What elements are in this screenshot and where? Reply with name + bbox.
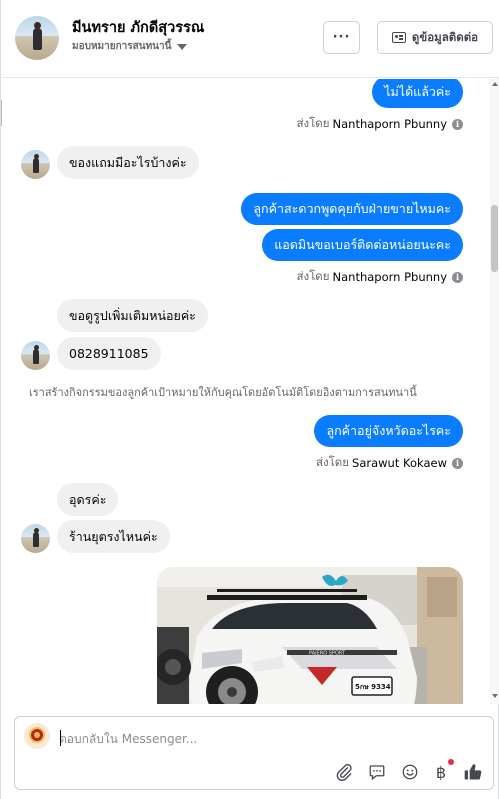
sent-by-label: ส่งโดย Nanthaporn Pbunny i — [296, 115, 463, 133]
message-thread: ไม่ได้แล้วค่ะ ส่งโดย Nanthaporn Pbunny i… — [2, 79, 490, 704]
scroll-up-arrow-icon[interactable] — [492, 82, 498, 86]
smiley-icon — [402, 764, 418, 780]
contact-avatar-small — [21, 341, 50, 370]
info-icon[interactable]: i — [452, 457, 463, 469]
sent-by-agent: Nanthaporn Pbunny — [332, 270, 448, 284]
incoming-message[interactable]: 0828911085 — [57, 337, 161, 370]
thread-scrollbar[interactable] — [490, 79, 499, 704]
car-photo-drawing: PAJERO SPORT 5กษ 9334 — [157, 567, 463, 704]
view-contact-info-button[interactable]: ดูข้อมูลติดต่อ — [377, 21, 493, 54]
scroll-down-arrow-icon[interactable] — [492, 694, 498, 698]
inbox-conversation-panel: มีนทราย ภักดีสุวรรณ มอบหมายการสนทนานี้ ·… — [0, 0, 499, 799]
outgoing-photo-car[interactable]: PAJERO SPORT 5กษ 9334 — [157, 567, 463, 704]
more-options-button[interactable]: ··· — [323, 21, 360, 54]
outgoing-message[interactable]: ลูกค้าสะดวกพูดคุยกับฝ่ายขายไหมคะ — [241, 193, 463, 225]
reply-input[interactable] — [59, 729, 459, 749]
page-avatar — [24, 723, 50, 749]
sent-by-label: ส่งโดย Nanthaporn Pbunny i — [296, 268, 463, 286]
thumbs-up-icon — [464, 764, 482, 780]
system-note: เราสร้างกิจกรรมของลูกค้าเป้าหมายให้กับคุ… — [29, 386, 417, 399]
baht-icon: ฿ — [435, 762, 447, 782]
view-contact-info-label: ดูข้อมูลติดต่อ — [411, 29, 479, 44]
message-text: ของแถมมีอะไรบ้างค่ะ — [69, 154, 187, 170]
contact-card-icon — [391, 32, 406, 43]
chat-bubble-icon — [369, 765, 385, 781]
assign-conversation-dropdown[interactable]: มอบหมายการสนทนานี้ — [72, 39, 188, 54]
message-text: ขอดูรูปเพิ่มเติมหน่อยค่ะ — [69, 307, 196, 323]
chevron-down-icon — [177, 44, 188, 50]
sent-by-agent: Nanthaporn Pbunny — [332, 117, 448, 131]
sent-by-agent: Sarawut Kokaew — [352, 456, 447, 470]
assign-label: มอบหมายการสนทนานี้ — [72, 41, 172, 52]
incoming-message[interactable]: อุดรค่ะ — [57, 483, 119, 516]
contact-name[interactable]: มีนทราย ภักดีสุวรรณ — [72, 16, 204, 39]
message-text: ลูกค้าอยู่จังหวัดอะไรคะ — [326, 423, 451, 438]
reply-composer: ฿ — [14, 716, 494, 790]
notification-dot — [448, 759, 454, 765]
outgoing-message[interactable]: ไม่ได้แล้วค่ะ — [372, 79, 463, 108]
sent-by-prefix: ส่งโดย — [296, 269, 330, 283]
license-plate-text: 5กษ 9334 — [355, 683, 391, 691]
info-icon[interactable]: i — [452, 271, 463, 283]
message-text: ไม่ได้แล้วค่ะ — [384, 84, 451, 99]
text-caret — [60, 730, 61, 746]
scrollbar-thumb[interactable] — [491, 205, 498, 272]
like-button[interactable] — [462, 761, 484, 783]
contact-avatar-small — [21, 524, 50, 553]
contact-avatar[interactable] — [15, 16, 59, 60]
sent-by-label: ส่งโดย Sarawut Kokaew i — [316, 454, 463, 472]
message-text: ลูกค้าสะดวกพูดคุยกับฝ่ายขายไหมคะ — [253, 201, 451, 216]
incoming-message[interactable]: ร้านยุตรงไหนค่ะ — [57, 520, 170, 553]
message-text: 0828911085 — [69, 346, 149, 361]
car-brand-text: PAJERO SPORT — [309, 651, 346, 657]
sent-by-prefix: ส่งโดย — [296, 116, 330, 130]
message-text: แอดมินขอเบอร์ติดต่อหน่อยนะคะ — [274, 237, 451, 252]
contact-avatar-small — [21, 150, 50, 179]
attach-file-button[interactable] — [333, 761, 355, 783]
incoming-message[interactable]: ของแถมมีอะไรบ้างค่ะ — [57, 146, 199, 179]
outgoing-message[interactable]: แอดมินขอเบอร์ติดต่อหน่อยนะคะ — [262, 229, 463, 261]
incoming-message[interactable]: ขอดูรูปเพิ่มเติมหน่อยค่ะ — [57, 299, 208, 332]
sent-by-prefix: ส่งโดย — [315, 455, 350, 469]
info-icon[interactable]: i — [452, 118, 463, 130]
message-text: ร้านยุตรงไหนค่ะ — [69, 528, 158, 544]
message-text: อุดรค่ะ — [69, 491, 107, 507]
paperclip-icon — [336, 764, 352, 781]
saved-replies-button[interactable] — [366, 761, 388, 783]
outgoing-message[interactable]: ลูกค้าอยู่จังหวัดอะไรคะ — [314, 415, 463, 447]
ellipsis-icon: ··· — [332, 30, 351, 45]
emoji-button[interactable] — [399, 761, 421, 783]
conversation-header: มีนทราย ภักดีสุวรรณ มอบหมายการสนทนานี้ ·… — [2, 0, 499, 78]
